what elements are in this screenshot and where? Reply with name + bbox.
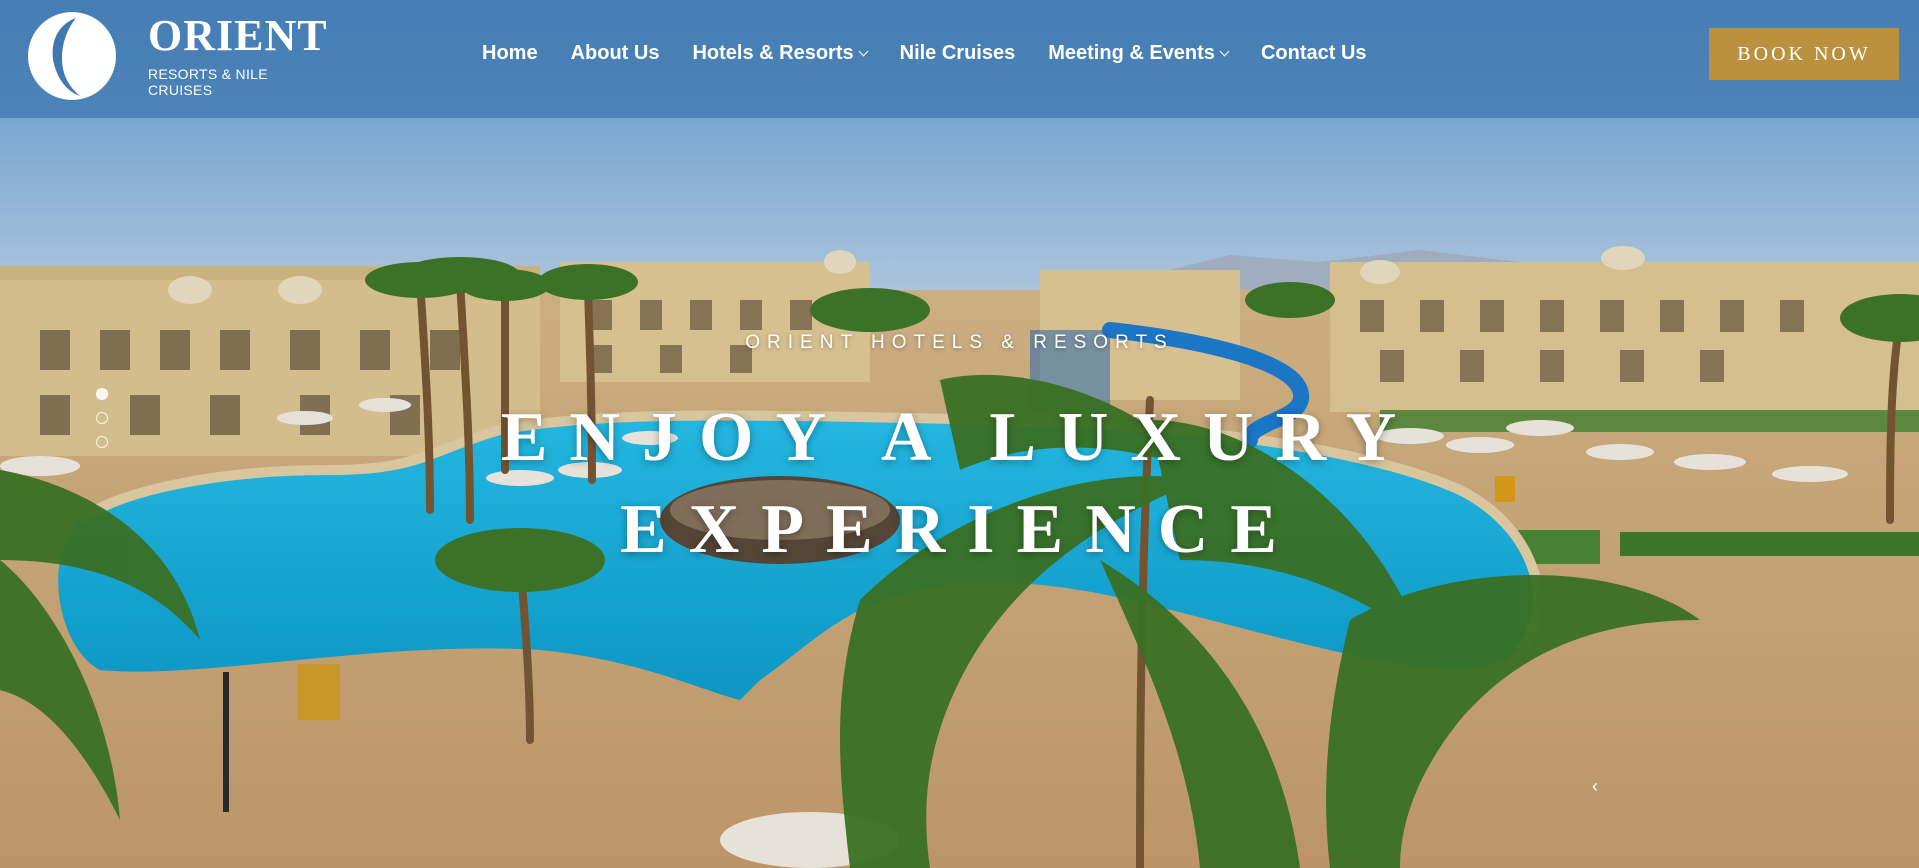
nav-item-about-us[interactable]: About Us (571, 42, 660, 65)
nav-item-label: Contact Us (1260, 41, 1367, 64)
hero-title: ENJOY A LUXURY EXPERIENCE (0, 392, 1919, 576)
nav-item-label: Hotels & Resorts (692, 41, 854, 64)
logo-mark-icon (24, 8, 120, 104)
hero-section: ORIENT RESORTS & NILE CRUISES Home About… (0, 0, 1919, 868)
book-now-button[interactable]: BOOK NOW (1709, 28, 1899, 80)
nav-item-hotels-resorts[interactable]: Hotels & Resorts (692, 41, 869, 65)
hero-title-line-2: EXPERIENCE (620, 491, 1299, 568)
main-nav: Home About Us Hotels & Resorts Nile Crui… (482, 38, 1400, 68)
nav-item-label: Home (482, 41, 538, 64)
chevron-down-icon (1219, 46, 1230, 57)
nav-item-home[interactable]: Home (482, 42, 538, 65)
logo-subtitle: RESORTS & NILE CRUISES (148, 66, 268, 98)
chevron-down-icon (858, 46, 869, 57)
nav-item-meeting-events[interactable]: Meeting & Events (1048, 41, 1230, 65)
nav-item-label: Nile Cruises (899, 41, 1016, 64)
nav-item-label: About Us (570, 41, 660, 64)
nav-item-nile-cruises[interactable]: Nile Cruises (900, 42, 1016, 65)
logo-name: ORIENT (148, 11, 328, 60)
hero-kicker: ORIENT HOTELS & RESORTS (745, 332, 1174, 353)
nav-item-contact-us[interactable]: Contact Us (1261, 42, 1367, 65)
site-header: ORIENT RESORTS & NILE CRUISES Home About… (0, 0, 1919, 118)
nav-item-label: Meeting & Events (1048, 41, 1215, 64)
chevron-left-icon[interactable]: ‹ (1592, 776, 1610, 796)
hero-title-line-1: ENJOY A LUXURY (500, 399, 1419, 476)
logo[interactable]: ORIENT RESORTS & NILE CRUISES (24, 6, 327, 106)
logo-text: ORIENT RESORTS & NILE CRUISES (148, 11, 328, 99)
